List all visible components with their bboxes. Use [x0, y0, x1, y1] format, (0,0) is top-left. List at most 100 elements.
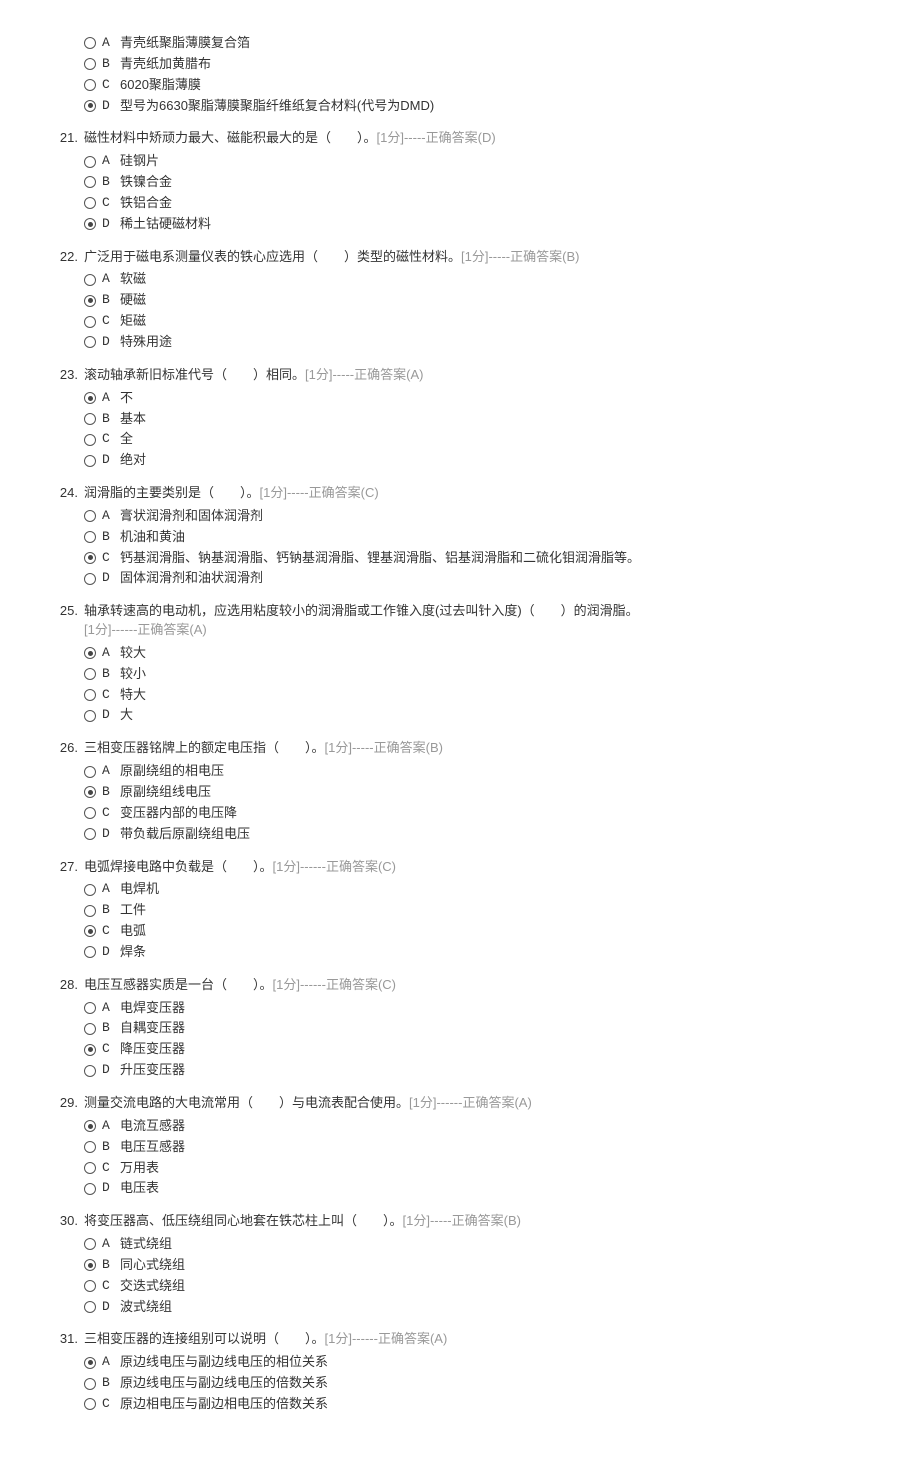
question-meta: [1分]------正确答案(A) — [325, 1331, 448, 1346]
radio-selected-icon[interactable] — [84, 552, 96, 564]
option[interactable]: A软磁 — [84, 270, 880, 289]
option[interactable]: B自耦变压器 — [84, 1019, 880, 1038]
option[interactable]: A链式绕组 — [84, 1235, 880, 1254]
radio-icon[interactable] — [84, 1301, 96, 1313]
radio-icon[interactable] — [84, 455, 96, 467]
option[interactable]: D带负载后原副绕组电压 — [84, 825, 880, 844]
radio-selected-icon[interactable] — [84, 1357, 96, 1369]
option[interactable]: C变压器内部的电压降 — [84, 804, 880, 823]
option[interactable]: C万用表 — [84, 1159, 880, 1178]
option[interactable]: D固体润滑剂和油状润滑剂 — [84, 569, 880, 588]
radio-selected-icon[interactable] — [84, 1044, 96, 1056]
option[interactable]: C6020聚脂薄膜 — [84, 76, 880, 95]
radio-icon[interactable] — [84, 510, 96, 522]
option[interactable]: B电压互感器 — [84, 1138, 880, 1157]
radio-icon[interactable] — [84, 668, 96, 680]
option[interactable]: D波式绕组 — [84, 1298, 880, 1317]
option[interactable]: C铁铝合金 — [84, 194, 880, 213]
radio-icon[interactable] — [84, 531, 96, 543]
option[interactable]: D升压变压器 — [84, 1061, 880, 1080]
question-number: 21. — [50, 129, 84, 148]
radio-icon[interactable] — [84, 413, 96, 425]
radio-selected-icon[interactable] — [84, 100, 96, 112]
option[interactable]: B青壳纸加黄腊布 — [84, 55, 880, 74]
radio-icon[interactable] — [84, 1238, 96, 1250]
radio-icon[interactable] — [84, 58, 96, 70]
option[interactable]: D焊条 — [84, 943, 880, 962]
radio-icon[interactable] — [84, 197, 96, 209]
radio-selected-icon[interactable] — [84, 925, 96, 937]
option[interactable]: B同心式绕组 — [84, 1256, 880, 1275]
radio-icon[interactable] — [84, 807, 96, 819]
option[interactable]: B较小 — [84, 665, 880, 684]
option[interactable]: B工件 — [84, 901, 880, 920]
radio-icon[interactable] — [84, 274, 96, 286]
radio-icon[interactable] — [84, 434, 96, 446]
radio-icon[interactable] — [84, 1162, 96, 1174]
option[interactable]: D大 — [84, 706, 880, 725]
radio-selected-icon[interactable] — [84, 392, 96, 404]
option[interactable]: D稀土钴硬磁材料 — [84, 215, 880, 234]
option[interactable]: D电压表 — [84, 1179, 880, 1198]
option-text: 波式绕组 — [120, 1298, 172, 1317]
option[interactable]: B铁镍合金 — [84, 173, 880, 192]
radio-icon[interactable] — [84, 156, 96, 168]
radio-icon[interactable] — [84, 946, 96, 958]
question: 30.将变压器高、低压绕组同心地套在铁芯柱上叫（ ）。[1分]-----正确答案… — [50, 1212, 880, 1316]
option[interactable]: A电焊变压器 — [84, 999, 880, 1018]
radio-icon[interactable] — [84, 176, 96, 188]
radio-icon[interactable] — [84, 1065, 96, 1077]
radio-selected-icon[interactable] — [84, 1120, 96, 1132]
option[interactable]: C全 — [84, 430, 880, 449]
option[interactable]: A硅钢片 — [84, 152, 880, 171]
radio-selected-icon[interactable] — [84, 786, 96, 798]
radio-icon[interactable] — [84, 1023, 96, 1035]
radio-icon[interactable] — [84, 1002, 96, 1014]
option[interactable]: A不 — [84, 389, 880, 408]
radio-selected-icon[interactable] — [84, 1259, 96, 1271]
option[interactable]: A电流互感器 — [84, 1117, 880, 1136]
option[interactable]: D型号为6630聚脂薄膜聚脂纤维纸复合材料(代号为DMD) — [84, 97, 880, 116]
option[interactable]: D特殊用途 — [84, 333, 880, 352]
option[interactable]: C交迭式绕组 — [84, 1277, 880, 1296]
radio-icon[interactable] — [84, 1398, 96, 1410]
option[interactable]: B基本 — [84, 410, 880, 429]
option[interactable]: A较大 — [84, 644, 880, 663]
radio-icon[interactable] — [84, 884, 96, 896]
radio-selected-icon[interactable] — [84, 295, 96, 307]
radio-icon[interactable] — [84, 1378, 96, 1390]
option[interactable]: B机油和黄油 — [84, 528, 880, 547]
radio-icon[interactable] — [84, 1183, 96, 1195]
option[interactable]: C降压变压器 — [84, 1040, 880, 1059]
radio-selected-icon[interactable] — [84, 647, 96, 659]
option[interactable]: B硬磁 — [84, 291, 880, 310]
option[interactable]: A原副绕组的相电压 — [84, 762, 880, 781]
radio-icon[interactable] — [84, 573, 96, 585]
option[interactable]: D绝对 — [84, 451, 880, 470]
option[interactable]: C特大 — [84, 686, 880, 705]
radio-icon[interactable] — [84, 37, 96, 49]
radio-icon[interactable] — [84, 1141, 96, 1153]
radio-icon[interactable] — [84, 828, 96, 840]
question-head: 22.广泛用于磁电系测量仪表的铁心应选用（ ）类型的磁性材料。[1分]-----… — [50, 248, 880, 267]
option[interactable]: A青壳纸聚脂薄膜复合箔 — [84, 34, 880, 53]
option[interactable]: A膏状润滑剂和固体润滑剂 — [84, 507, 880, 526]
option[interactable]: C矩磁 — [84, 312, 880, 331]
radio-selected-icon[interactable] — [84, 218, 96, 230]
radio-icon[interactable] — [84, 316, 96, 328]
radio-icon[interactable] — [84, 1280, 96, 1292]
option[interactable]: C钙基润滑脂、钠基润滑脂、钙钠基润滑脂、锂基润滑脂、铝基润滑脂和二硫化钼润滑脂等… — [84, 549, 880, 568]
option[interactable]: A原边线电压与副边线电压的相位关系 — [84, 1353, 880, 1372]
radio-icon[interactable] — [84, 710, 96, 722]
option[interactable]: A电焊机 — [84, 880, 880, 899]
radio-icon[interactable] — [84, 766, 96, 778]
option[interactable]: C原边相电压与副边相电压的倍数关系 — [84, 1395, 880, 1414]
option[interactable]: B原边线电压与副边线电压的倍数关系 — [84, 1374, 880, 1393]
option-text: 自耦变压器 — [120, 1019, 185, 1038]
option[interactable]: B原副绕组线电压 — [84, 783, 880, 802]
radio-icon[interactable] — [84, 79, 96, 91]
option[interactable]: C电弧 — [84, 922, 880, 941]
radio-icon[interactable] — [84, 689, 96, 701]
radio-icon[interactable] — [84, 905, 96, 917]
radio-icon[interactable] — [84, 336, 96, 348]
